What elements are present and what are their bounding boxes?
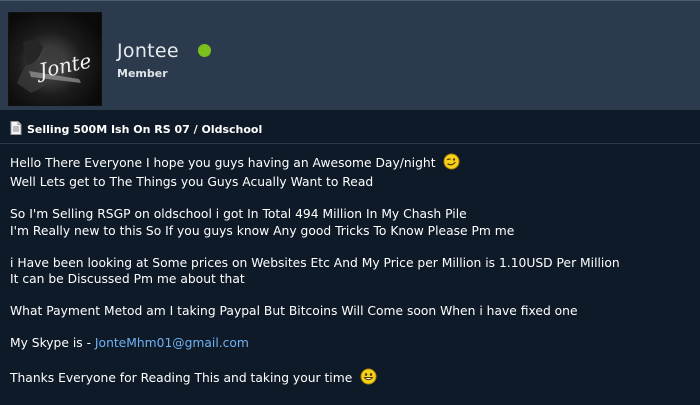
body-line: i Have been looking at Some prices on We… xyxy=(10,255,620,270)
email-link[interactable]: JonteMhm01@gmail.com xyxy=(95,336,249,350)
paragraph: My Skype is - JonteMhm01@gmail.com xyxy=(10,335,700,351)
post-title: Selling 500M Ish On RS 07 / Oldschool xyxy=(10,121,262,137)
body-line: What Payment Metod am I taking Paypal Bu… xyxy=(10,304,578,319)
body-line: Well Lets get to The Things you Guys Acu… xyxy=(10,175,374,190)
title-divider xyxy=(0,143,700,144)
forum-post: Jonte Jontee Member Selling 500M Ish On … xyxy=(0,0,700,401)
body-line: Thanks Everyone for Reading This and tak… xyxy=(10,370,353,385)
body-line: So I'm Selling RSGP on oldschool i got I… xyxy=(10,207,467,222)
online-status-icon xyxy=(198,44,211,57)
paragraph: So I'm Selling RSGP on oldschool i got I… xyxy=(10,206,700,238)
avatar-image: Jonte xyxy=(17,39,93,93)
body-line: It can be Discussed Pm me about that xyxy=(10,272,245,287)
user-role: Member xyxy=(117,67,168,80)
paragraph: Hello There Everyone I hope you guys hav… xyxy=(10,153,700,190)
paragraph: What Payment Metod am I taking Paypal Bu… xyxy=(10,303,700,319)
skype-label: My Skype is - xyxy=(10,336,95,351)
post-body: Hello There Everyone I hope you guys hav… xyxy=(10,153,700,405)
post-title-text: Selling 500M Ish On RS 07 / Oldschool xyxy=(27,123,263,136)
document-icon xyxy=(10,121,22,138)
body-line: I'm Really new to this So If you guys kn… xyxy=(10,223,515,238)
paragraph: Thanks Everyone for Reading This and tak… xyxy=(10,368,700,389)
grin-smiley-icon xyxy=(360,368,377,389)
username[interactable]: Jontee xyxy=(117,40,179,62)
wink-smiley-icon xyxy=(443,153,460,174)
avatar[interactable]: Jonte xyxy=(8,12,102,106)
author-header: Jonte Jontee Member xyxy=(0,0,700,110)
body-line: Hello There Everyone I hope you guys hav… xyxy=(10,156,436,170)
paragraph: i Have been looking at Some prices on We… xyxy=(10,255,700,287)
